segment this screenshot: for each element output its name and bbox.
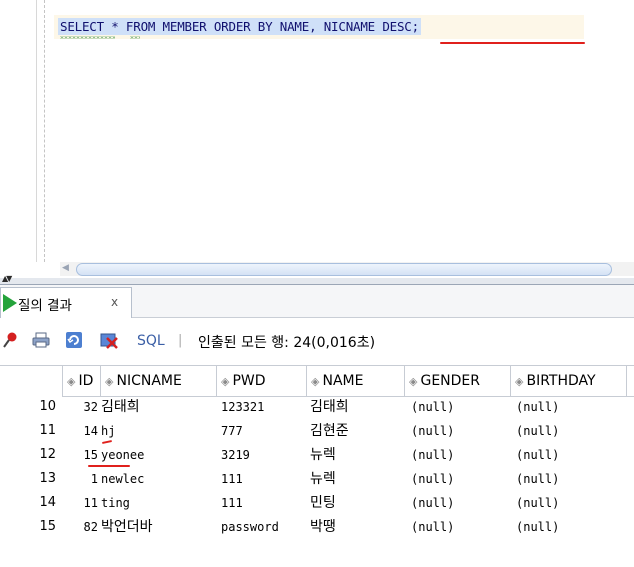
cell-gender[interactable]: (null) [411, 443, 509, 467]
cell-nicname[interactable]: hj [101, 419, 215, 443]
cell-nicname[interactable]: 김태희 [101, 395, 215, 419]
cell-gender[interactable]: (null) [411, 419, 509, 443]
cell-nicname[interactable]: 박언더바 [101, 515, 215, 539]
cell-birthday[interactable]: (null) [516, 395, 624, 419]
cell-gender[interactable]: (null) [411, 515, 509, 539]
cell-name[interactable]: 민팅 [310, 491, 402, 515]
spellcheck-squiggle [60, 36, 115, 39]
spellcheck-squiggle [130, 36, 140, 39]
editor-horizontal-scrollbar[interactable]: ◀ [60, 262, 634, 276]
red-annotation-underline [88, 465, 130, 467]
cell-birthday[interactable]: (null) [516, 515, 624, 539]
column-header-name[interactable]: ◈ NAME [306, 366, 404, 396]
cell-id[interactable]: 14 [62, 419, 98, 443]
cell-name[interactable]: 뉴렉 [310, 467, 402, 491]
splitter[interactable] [0, 278, 634, 285]
cell-name[interactable]: 박땡 [310, 515, 402, 539]
cell-nicname[interactable]: ting [101, 491, 215, 515]
cell-birthday[interactable]: (null) [516, 443, 624, 467]
tab-query-result[interactable]: 질의 결과 x [0, 287, 132, 318]
run-arrow-icon [3, 294, 17, 312]
cell-pwd[interactable]: 777 [221, 419, 305, 443]
scroll-left-icon[interactable]: ◀ [62, 263, 69, 273]
table-row[interactable]: 14 11 ting 111 민팅 (null) (null) [0, 491, 634, 515]
cell-pwd[interactable]: 123321 [221, 395, 305, 419]
editor-margin-line [44, 0, 45, 262]
tab-label: 질의 결과 [18, 298, 72, 314]
table-row[interactable]: 15 82 박언더바 password 박땡 (null) (null) [0, 515, 634, 539]
close-icon[interactable]: x [111, 295, 118, 309]
cell-name[interactable]: 김현준 [310, 419, 402, 443]
row-number: 12 [0, 443, 62, 467]
cell-gender[interactable]: (null) [411, 395, 509, 419]
table-row[interactable]: 12 15 yeonee 3219 뉴렉 (null) (null) [0, 439, 634, 467]
cell-gender[interactable]: (null) [411, 467, 509, 491]
table-row[interactable]: 10 32 김태희 123321 김태희 (null) (null) [0, 395, 634, 419]
sort-icon: ◈ [311, 375, 320, 388]
red-annotation-underline [440, 42, 585, 44]
scrollbar-thumb[interactable] [76, 263, 612, 276]
toolbar-separator: | [178, 333, 183, 348]
grid-header: ◈ ID ◈ NICNAME ◈ PWD ◈ NAME ◈ GENDER ◈ BIRTHDA… [0, 365, 634, 397]
print-icon[interactable] [32, 331, 50, 349]
column-header-pwd[interactable]: ◈ PWD [216, 366, 306, 396]
cell-id[interactable]: 82 [62, 515, 98, 539]
cell-birthday[interactable]: (null) [516, 491, 624, 515]
column-header-birthday[interactable]: ◈ BIRTHDAY [510, 366, 626, 396]
column-header-gender[interactable]: ◈ GENDER [404, 366, 510, 396]
row-number: 10 [0, 395, 62, 419]
cell-id[interactable]: 1 [62, 467, 98, 491]
pin-icon[interactable] [2, 331, 20, 349]
sort-icon: ◈ [409, 375, 418, 388]
row-number: 11 [0, 419, 62, 443]
column-header-overflow[interactable] [626, 366, 634, 396]
sort-icon: ◈ [221, 375, 230, 388]
row-number: 13 [0, 467, 62, 491]
column-header-nicname[interactable]: ◈ NICNAME [100, 366, 216, 396]
cell-id[interactable]: 15 [62, 443, 98, 467]
cell-pwd[interactable]: 3219 [221, 443, 305, 467]
result-toolbar: SQL | 인출된 모든 행: 24(0,016초) [0, 318, 634, 364]
sort-icon: ◈ [67, 375, 76, 388]
table-row[interactable]: 13 1 newlec 111 뉴렉 (null) (null) [0, 465, 634, 491]
cell-id[interactable]: 32 [62, 395, 98, 419]
cell-nicname[interactable]: yeonee [101, 443, 215, 467]
cell-pwd[interactable]: 111 [221, 491, 305, 515]
cancel-fetch-icon[interactable] [100, 331, 118, 349]
editor-gutter [0, 0, 37, 262]
cell-birthday[interactable]: (null) [516, 467, 624, 491]
cell-nicname[interactable]: newlec [101, 467, 215, 491]
splitter-collapse-icon[interactable]: ▲▼ [2, 274, 12, 283]
sql-statement[interactable]: SELECT * FROM MEMBER ORDER BY NAME, NICN… [58, 18, 421, 35]
cell-birthday[interactable]: (null) [516, 419, 624, 443]
cell-gender[interactable]: (null) [411, 491, 509, 515]
sort-icon: ◈ [105, 375, 114, 388]
sql-editor[interactable]: SELECT * FROM MEMBER ORDER BY NAME, NICN… [0, 0, 634, 280]
row-number: 14 [0, 491, 62, 515]
fetch-status: 인출된 모든 행: 24(0,016초) [198, 335, 376, 351]
row-number: 15 [0, 515, 62, 539]
cell-pwd[interactable]: password [221, 515, 305, 539]
sql-link[interactable]: SQL [137, 333, 165, 349]
column-header-id[interactable]: ◈ ID [62, 366, 100, 396]
refresh-icon[interactable] [65, 331, 83, 349]
cell-id[interactable]: 11 [62, 491, 98, 515]
cell-name[interactable]: 김태희 [310, 395, 402, 419]
sort-icon: ◈ [515, 375, 524, 388]
table-row[interactable]: 11 14 hj 777 김현준 (null) (null) [0, 419, 634, 443]
cell-name[interactable]: 뉴렉 [310, 443, 402, 467]
cell-pwd[interactable]: 111 [221, 467, 305, 491]
